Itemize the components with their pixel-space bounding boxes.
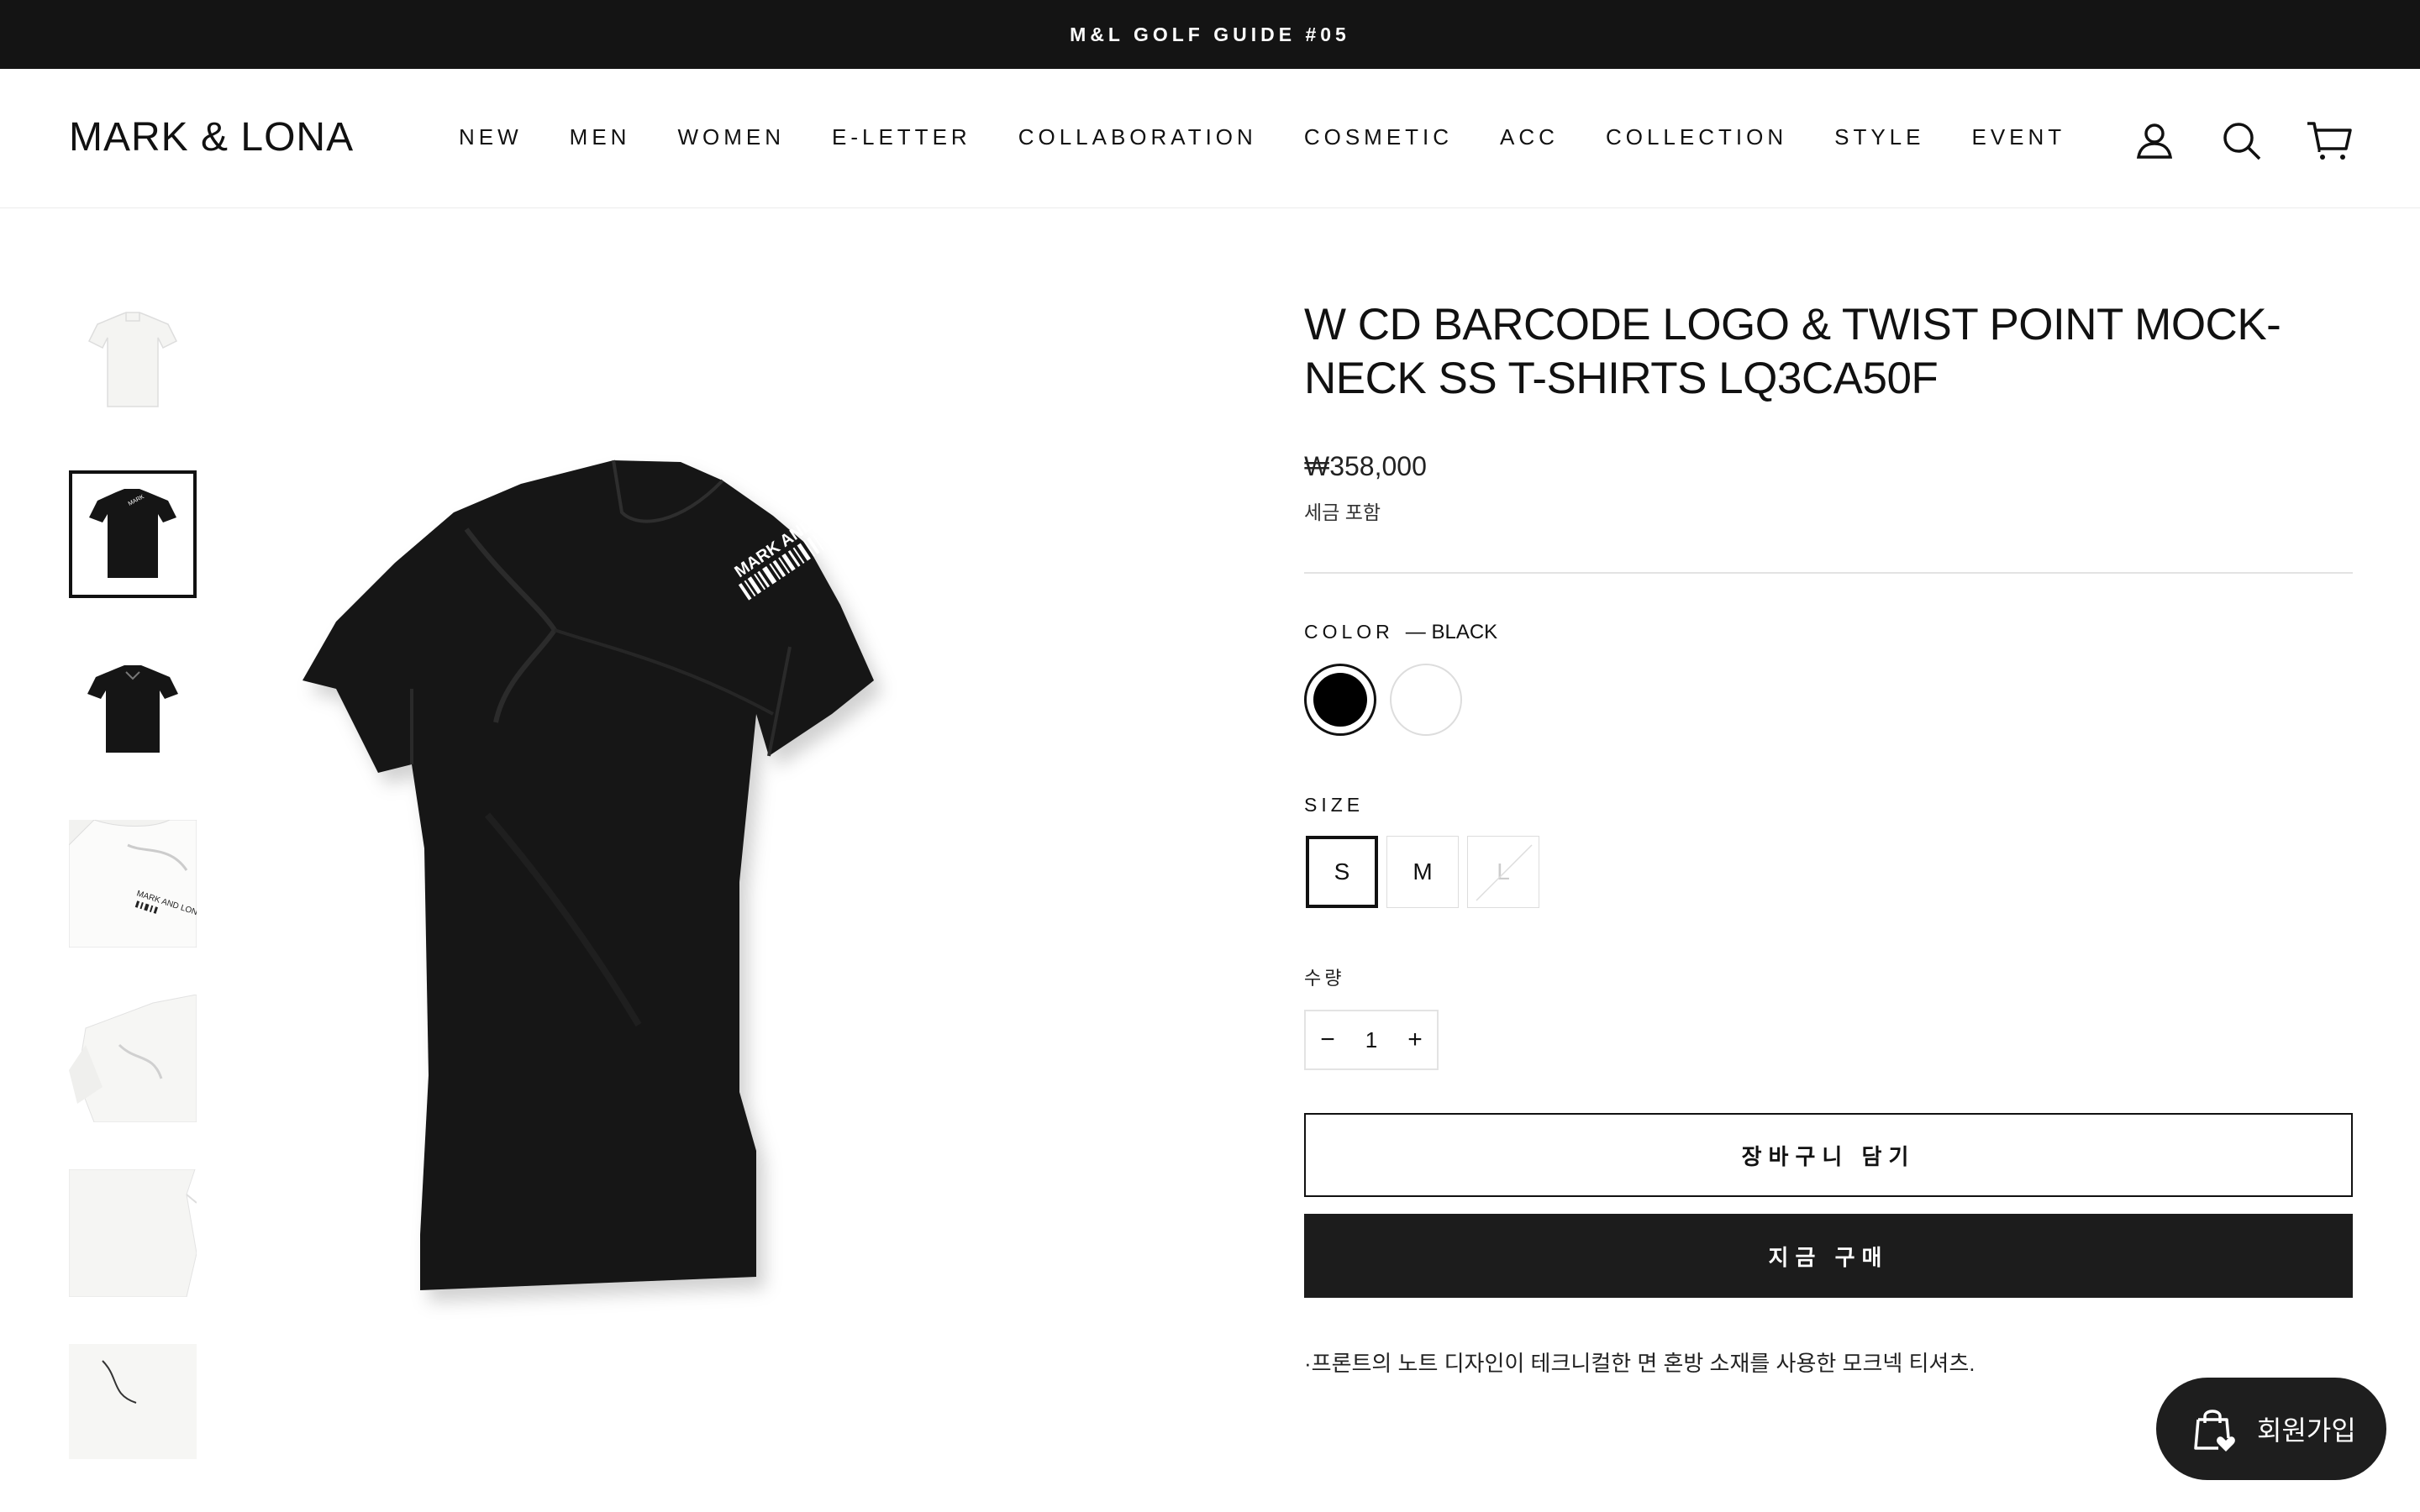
color-label-text: COLOR — [1304, 621, 1394, 643]
color-label: COLOR — BLACK — [1304, 621, 1497, 644]
announcement-text: M&L GOLF GUIDE #05 — [1070, 23, 1350, 45]
quantity-stepper: − 1 + — [1304, 1010, 1439, 1070]
site-header: MARK & LONA NEW MEN WOMEN E-LETTER COLLA… — [0, 69, 2420, 208]
divider — [1304, 572, 2353, 574]
product-title: W CD BARCODE LOGO & TWIST POINT MOCK-NEC… — [1304, 300, 2281, 403]
announcement-bar[interactable]: M&L GOLF GUIDE #05 — [0, 0, 2420, 69]
nav-item-acc[interactable]: ACC — [1500, 124, 1559, 150]
nav-item-men[interactable]: MEN — [570, 124, 631, 150]
cart-icon[interactable] — [2306, 118, 2353, 165]
color-swatch-white[interactable] — [1390, 664, 1462, 736]
brand-logo[interactable]: MARK & LONA — [69, 114, 354, 160]
thumbnail-white-detail[interactable] — [69, 1344, 197, 1459]
size-option-l[interactable]: L — [1467, 836, 1539, 908]
nav-item-new[interactable]: NEW — [459, 124, 523, 150]
product-description: ·프론트의 노트 디자인이 테크니컬한 면 혼방 소재를 사용한 모크넥 티셔츠… — [1304, 1351, 1975, 1376]
nav-item-collection[interactable]: COLLECTION — [1606, 124, 1787, 150]
thumbnail-white-hem-detail[interactable] — [69, 1169, 197, 1297]
color-swatch-black[interactable] — [1304, 664, 1376, 736]
main-nav: NEW MEN WOMEN E-LETTER COLLABORATION COS… — [459, 124, 2112, 150]
thumbnail-white-front[interactable] — [69, 296, 197, 423]
buy-now-button[interactable]: 지금 구매 — [1304, 1214, 2353, 1298]
signup-label: 회원가입 — [2257, 1415, 2356, 1446]
size-option-s[interactable]: S — [1306, 836, 1378, 908]
product-info: W CD BARCODE LOGO & TWIST POINT MOCK-NEC… — [1304, 298, 2353, 1376]
nav-item-collaboration[interactable]: COLLABORATION — [1018, 124, 1257, 150]
shopping-bag-heart-icon — [2194, 1410, 2235, 1452]
nav-item-women[interactable]: WOMEN — [677, 124, 785, 150]
nav-item-event[interactable]: EVENT — [1971, 124, 2065, 150]
quantity-increase-button[interactable]: + — [1393, 1011, 1437, 1068]
size-label: SIZE — [1304, 794, 1365, 816]
thumbnail-white-twist-detail[interactable] — [69, 995, 197, 1122]
quantity-label: 수량 — [1304, 968, 1345, 989]
selected-color-name: — BLACK — [1405, 621, 1498, 643]
unavailable-strike-icon — [1476, 844, 1533, 901]
quantity-decrease-button[interactable]: − — [1306, 1011, 1349, 1068]
tax-note: 세금 포함 — [1304, 501, 1381, 523]
nav-item-e-letter[interactable]: E-LETTER — [832, 124, 971, 150]
account-icon[interactable] — [2131, 118, 2178, 165]
size-option-m[interactable]: M — [1386, 836, 1459, 908]
thumbnail-black-back[interactable] — [69, 645, 197, 773]
nav-item-style[interactable]: STYLE — [1834, 124, 1924, 150]
nav-item-cosmetic[interactable]: COSMETIC — [1304, 124, 1453, 150]
thumbnail-white-neck-detail[interactable]: MARK AND LONA — [69, 820, 197, 948]
thumbnail-black-front[interactable]: MARK — [69, 470, 197, 598]
signup-button[interactable]: 회원가입 — [2156, 1378, 2386, 1480]
product-price: ₩358,000 — [1304, 451, 1427, 481]
add-to-cart-button[interactable]: 장바구니 담기 — [1304, 1113, 2353, 1197]
thumbnail-gallery: MARK MARK AND LONA — [69, 296, 200, 1459]
main-product-image[interactable]: MARK AND LONA — [286, 437, 1160, 1327]
quantity-value[interactable]: 1 — [1349, 1027, 1393, 1053]
search-icon[interactable] — [2218, 118, 2265, 165]
